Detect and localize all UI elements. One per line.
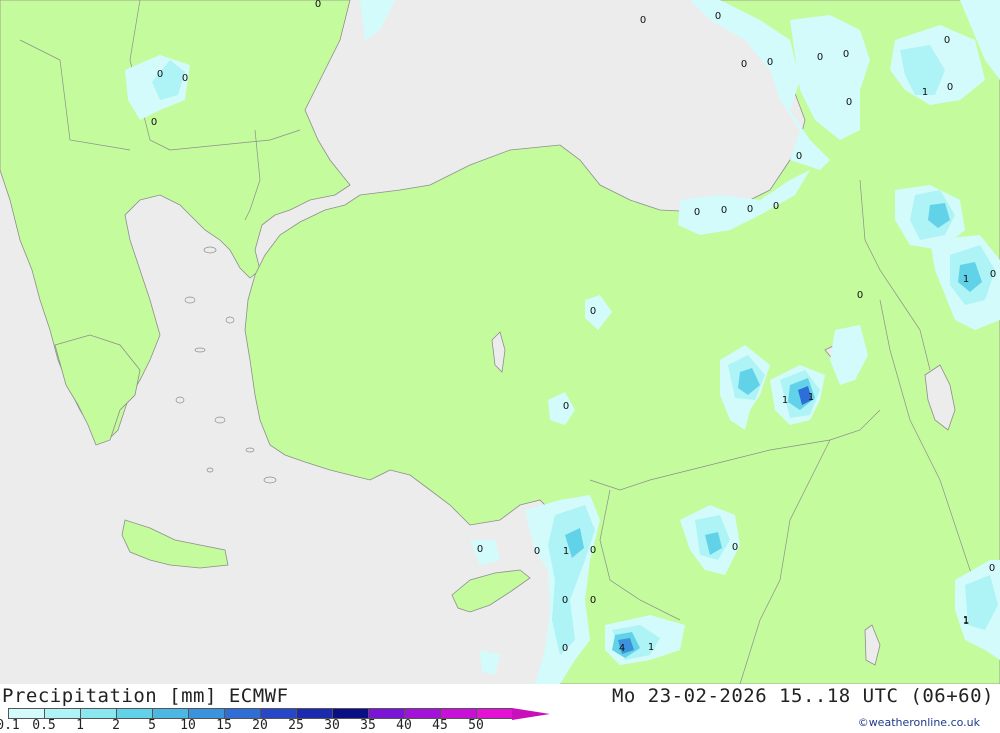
legend-ticks: 0.1 0.5 1 2 5 10 15 20 25 30 35 40 45 50: [0, 718, 560, 733]
precip-value-label: 0: [151, 117, 157, 128]
precip-value-label: 0: [721, 205, 727, 216]
precip-value-label: 0: [989, 563, 995, 574]
precip-value-label: 0: [715, 11, 721, 22]
legend-tick-label: 35: [360, 718, 376, 733]
precip-value-label: 0: [947, 82, 953, 93]
precip-value-label: 0: [747, 204, 753, 215]
valid-time: Mo 23-02-2026 15..18 UTC (06+60): [611, 685, 994, 707]
legend-tick-label: 20: [252, 718, 268, 733]
precip-value-label: 0: [846, 97, 852, 108]
precip-value-label: 0: [534, 546, 540, 557]
legend-tick-label: 25: [288, 718, 304, 733]
footer: Precipitation [mm] ECMWF Mo 23-02-2026 1…: [0, 684, 1000, 733]
legend-tick-label: 40: [396, 718, 412, 733]
precip-value-label: 0: [990, 269, 996, 280]
precip-value-label: 0: [843, 49, 849, 60]
precip-value-label: 1: [963, 616, 969, 627]
legend-tick-label: 2: [112, 718, 120, 733]
legend-tick-label: 50: [468, 718, 484, 733]
precip-value-label: 0: [562, 643, 568, 654]
precip-value-label: 4: [619, 643, 625, 654]
precip-value-label: 0: [590, 306, 596, 317]
precip-value-label: 0: [590, 595, 596, 606]
legend-tick-label: 5: [148, 718, 156, 733]
precip-value-label: 0: [732, 542, 738, 553]
legend-tick-label: 15: [216, 718, 232, 733]
precip-value-label: 0: [157, 69, 163, 80]
precip-value-label: 1: [648, 642, 654, 653]
precip-value-label: 0: [773, 201, 779, 212]
precip-value-label: 0: [640, 15, 646, 26]
precip-value-label: 0: [741, 59, 747, 70]
precip-value-label: 1: [963, 274, 969, 285]
precip-value-label: 0: [817, 52, 823, 63]
map-title: Precipitation [mm] ECMWF: [2, 685, 289, 707]
legend-tick-label: 10: [180, 718, 196, 733]
precip-value-label: 1: [922, 87, 928, 98]
legend-tick-label: 30: [324, 718, 340, 733]
credit-link[interactable]: ©weatheronline.co.uk: [858, 716, 980, 729]
legend-tick-label: 0.1: [0, 718, 20, 733]
precip-value-label: 0: [767, 57, 773, 68]
precip-value-label: 0: [315, 0, 321, 10]
precip-value-label: 0: [944, 35, 950, 46]
precip-value-label: 0: [182, 73, 188, 84]
precip-value-label: 0: [694, 207, 700, 218]
precip-value-label: 1: [782, 395, 788, 406]
precip-value-label: 0: [590, 545, 596, 556]
precip-value-label: 0: [857, 290, 863, 301]
precip-value-label: 0: [796, 151, 802, 162]
precip-value-label: 0: [563, 401, 569, 412]
precip-value-label: 1: [563, 546, 569, 557]
legend-tick-label: 45: [432, 718, 448, 733]
precipitation-map: 00 000 00 0 0 0001 000 0 0 001 0001 10 0 1 00 014 10010: [0, 0, 1000, 684]
legend-tick-label: 1: [76, 718, 84, 733]
precip-value-label: 0: [477, 544, 483, 555]
precip-value-label: 1: [808, 392, 814, 403]
precip-value-label: 0: [562, 595, 568, 606]
legend-tick-label: 0.5: [32, 718, 56, 733]
